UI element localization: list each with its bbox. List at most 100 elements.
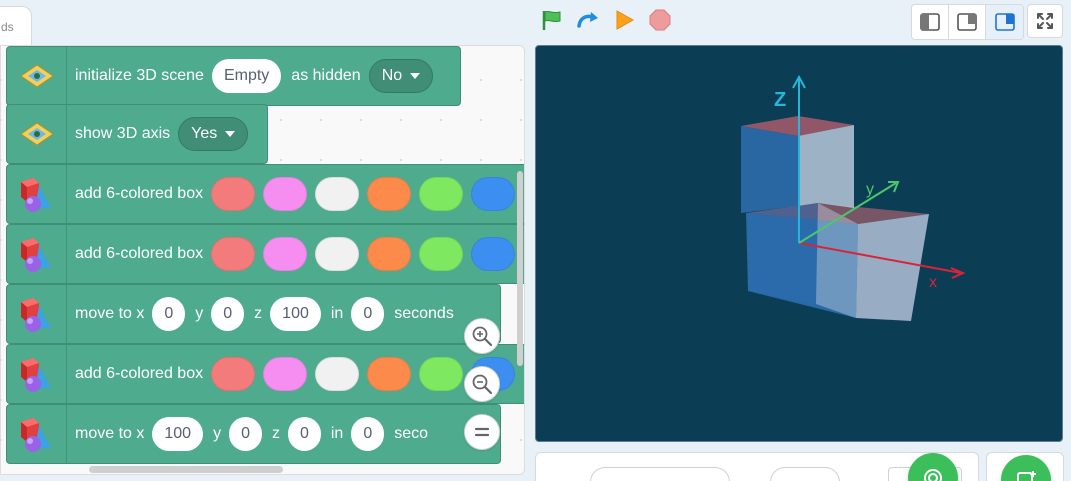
green-flag-icon[interactable] xyxy=(540,8,564,32)
add-sprite-button[interactable] xyxy=(908,453,958,481)
color-swatch-1[interactable] xyxy=(211,357,256,391)
tab-label: ds xyxy=(1,20,14,34)
tall-box-side-face xyxy=(798,125,854,208)
stop-icon[interactable] xyxy=(648,8,672,32)
z-input[interactable]: 100 xyxy=(270,297,321,331)
color-swatch-4[interactable] xyxy=(367,237,412,271)
color-swatch-5[interactable] xyxy=(419,237,464,271)
scene-icon xyxy=(7,105,67,163)
block-label: move to x xyxy=(75,425,145,442)
z-input[interactable]: 0 xyxy=(287,417,321,451)
block-add-box[interactable]: add 6-colored box xyxy=(6,344,524,404)
block-initialize-scene[interactable]: initialize 3D scene Empty as hidden No xyxy=(6,46,461,106)
color-swatch-5[interactable] xyxy=(419,357,464,391)
chevron-down-icon xyxy=(410,73,421,79)
x-axis-label: x xyxy=(929,274,937,291)
hidden-dropdown[interactable]: No xyxy=(368,59,434,93)
block-label: add 6-colored box xyxy=(75,185,204,202)
small-stage-icon[interactable] xyxy=(912,5,949,39)
duration-input[interactable]: 0 xyxy=(351,297,385,331)
zoom-in-button[interactable] xyxy=(464,318,500,354)
color-swatch-1[interactable] xyxy=(211,237,256,271)
tall-box-front-face xyxy=(741,126,798,213)
color-swatch-2[interactable] xyxy=(263,237,308,271)
in-label: in xyxy=(330,425,344,442)
z-label: z xyxy=(271,425,280,442)
tab-sounds[interactable]: ds xyxy=(0,6,32,46)
fullscreen-icon xyxy=(1037,13,1053,29)
scene-name-input[interactable]: Empty xyxy=(211,59,282,93)
color-swatch-3[interactable] xyxy=(315,237,360,271)
block-label: add 6-colored box xyxy=(75,365,204,382)
zoom-in-icon xyxy=(472,326,493,347)
y-label: y xyxy=(213,425,222,442)
color-swatch-6[interactable] xyxy=(471,237,516,271)
zoom-reset-button[interactable] xyxy=(464,414,500,450)
large-stage-icon[interactable] xyxy=(949,5,986,39)
y-input[interactable]: 0 xyxy=(211,297,245,331)
box-shapes-icon xyxy=(7,285,67,343)
z-axis-label: Z xyxy=(774,89,786,111)
fingerprint-icon xyxy=(924,469,942,481)
stage-size-toggles xyxy=(911,4,1024,40)
run-controls xyxy=(540,8,672,32)
duration-input[interactable]: 0 xyxy=(351,417,385,451)
x-input[interactable]: 100 xyxy=(152,417,204,451)
sprite-name-field[interactable] xyxy=(590,467,730,481)
dropdown-value: Yes xyxy=(191,125,218,142)
stage-panel xyxy=(986,452,1064,481)
sprite-info-panel xyxy=(535,452,979,481)
color-swatch-1[interactable] xyxy=(211,177,256,211)
scene-icon xyxy=(7,47,67,105)
color-swatch-4[interactable] xyxy=(367,177,412,211)
box-shapes-icon xyxy=(7,345,67,403)
block-add-box[interactable]: add 6-colored box xyxy=(6,224,524,284)
box-shapes-icon xyxy=(7,165,67,223)
chevron-down-icon xyxy=(225,131,236,137)
color-swatch-3[interactable] xyxy=(315,357,360,391)
color-swatch-2[interactable] xyxy=(263,357,308,391)
box-side-face xyxy=(856,214,929,321)
stage-canvas[interactable]: Z y x xyxy=(535,45,1063,442)
x-input[interactable]: 0 xyxy=(152,297,186,331)
block-label: move to x xyxy=(75,305,145,322)
y-label: y xyxy=(195,305,204,322)
in-label: in xyxy=(330,305,344,322)
y-input[interactable]: 0 xyxy=(229,417,262,451)
color-swatch-3[interactable] xyxy=(315,177,360,211)
block-show-axis[interactable]: show 3D axis Yes xyxy=(6,104,268,164)
float-stage-icon[interactable] xyxy=(986,5,1023,39)
seconds-label: seconds xyxy=(394,305,454,322)
redo-icon[interactable] xyxy=(576,8,600,32)
box-shapes-icon xyxy=(7,225,67,283)
seconds-label: seco xyxy=(394,425,429,442)
block-label: show 3D axis xyxy=(75,125,171,142)
box-inner-face xyxy=(748,203,818,304)
add-backdrop-button[interactable] xyxy=(1001,455,1051,481)
image-add-icon xyxy=(1017,471,1036,481)
zoom-out-button[interactable] xyxy=(464,366,500,402)
sprite-x-field[interactable] xyxy=(770,467,840,481)
color-swatch-2[interactable] xyxy=(263,177,308,211)
vertical-scrollbar[interactable] xyxy=(517,171,523,366)
block-move-to[interactable]: move to x 100 y 0 z 0 in 0 seco xyxy=(6,404,501,464)
horizontal-scrollbar[interactable] xyxy=(89,466,283,473)
app-root: ds initialize 3D scene Empty as hidden N… xyxy=(0,0,1071,481)
y-axis-label: y xyxy=(866,181,874,198)
code-workspace[interactable]: initialize 3D scene Empty as hidden No s… xyxy=(0,45,525,475)
play-icon[interactable] xyxy=(612,8,636,32)
axis-dropdown[interactable]: Yes xyxy=(178,117,249,151)
block-label-hidden: as hidden xyxy=(291,67,361,84)
color-swatch-5[interactable] xyxy=(419,177,464,211)
box-shapes-icon xyxy=(7,405,67,463)
block-add-box[interactable]: add 6-colored box xyxy=(6,164,524,224)
color-swatch-4[interactable] xyxy=(367,357,412,391)
color-swatch-6[interactable] xyxy=(471,177,516,211)
block-label: initialize 3D scene xyxy=(75,67,204,84)
equals-icon xyxy=(474,427,490,437)
scene-3d: Z y x xyxy=(741,74,966,321)
block-move-to[interactable]: move to x 0 y 0 z 100 in 0 seconds xyxy=(6,284,501,344)
fullscreen-button[interactable] xyxy=(1027,4,1063,38)
z-label: z xyxy=(254,305,263,322)
dropdown-value: No xyxy=(381,67,403,84)
